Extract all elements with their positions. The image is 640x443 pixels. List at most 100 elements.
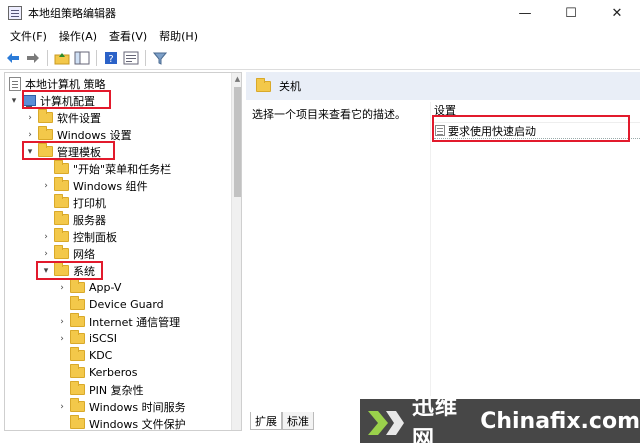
details-title: 关机 [279,80,301,93]
folder-icon [54,194,69,208]
view-tabs: 扩展 标准 [250,412,314,430]
chevron-placeholder [57,368,67,378]
toolbar-separator [96,49,97,66]
maximize-button[interactable]: ☐ [548,0,594,26]
tree-item-windows-file-protection[interactable]: Windows 文件保护 [57,415,186,430]
chevron-placeholder [57,419,67,429]
setting-row-fast-startup[interactable]: 要求使用快速启动 [434,122,640,139]
folder-icon [70,364,85,378]
tree-item-internet-comm[interactable]: › Internet 通信管理 [57,313,180,330]
toolbar-separator [145,49,146,66]
tree-item-iscsi[interactable]: › iSCSI [57,330,117,347]
watermark-brand-en: Chinafix.com [480,408,640,434]
chevron-down-icon[interactable]: ▾ [41,266,51,276]
tree-item-servers[interactable]: 服务器 [41,211,106,228]
tree-item-start-menu[interactable]: "开始"菜单和任务栏 [41,160,171,177]
chevron-right-icon[interactable]: › [57,402,67,412]
chevron-right-icon[interactable]: › [25,130,35,140]
column-divider [430,102,431,402]
tab-extended[interactable]: 扩展 [250,412,282,430]
tree-item-network[interactable]: › 网络 [41,245,95,262]
show-hide-tree-icon[interactable] [73,49,91,67]
tree-label: 网络 [73,247,95,261]
tree-item-windows-time[interactable]: › Windows 时间服务 [57,398,186,415]
tree-item-device-guard[interactable]: Device Guard [57,296,164,313]
tree-item-control-panel[interactable]: › 控制面板 [41,228,117,245]
scroll-up-icon[interactable]: ▲ [233,74,241,84]
folder-icon [70,347,85,361]
settings-column-header[interactable]: 设置 [434,102,640,118]
tree-label: Kerberos [89,366,138,379]
tree-item-appv[interactable]: › App-V [57,279,121,296]
folder-icon [54,211,69,225]
minimize-button[interactable]: — [502,0,548,26]
folder-icon [54,245,69,259]
chevron-right-icon[interactable]: › [41,181,51,191]
tree-item-admin-templates[interactable]: ▾ 管理模板 [25,143,101,160]
watermark: 迅维网 Chinafix.com [360,395,640,443]
watermark-brand-cn: 迅维网 [412,395,459,443]
menu-file[interactable]: 文件(F) [4,28,53,44]
tree-scrollbar[interactable]: ▲ [231,73,241,430]
chevron-right-icon[interactable]: › [57,334,67,344]
tree-label: Device Guard [89,298,164,311]
tree-pane[interactable]: 本地计算机 策略 ▾ 计算机配置 › 软件设置 › Windows 设置 ▾ 管… [4,72,242,431]
menu-view[interactable]: 查看(V) [103,28,153,44]
tree-item-software-settings[interactable]: › 软件设置 [25,109,101,126]
tab-standard[interactable]: 标准 [282,412,314,430]
tree-label: "开始"菜单和任务栏 [73,162,172,176]
policy-editor-icon [8,6,22,20]
chevron-right-icon[interactable]: › [25,113,35,123]
chevron-right-icon[interactable]: › [41,232,51,242]
properties-icon[interactable] [122,49,140,67]
folder-icon [70,415,85,429]
settings-list: 设置 要求使用快速启动 [434,102,640,139]
title-bar: 本地组策略编辑器 — ☐ ✕ [0,0,640,26]
forward-icon[interactable] [24,49,42,67]
tree-label: 系统 [73,264,95,278]
menu-help[interactable]: 帮助(H) [153,28,204,44]
chevron-right-icon[interactable]: › [57,283,67,293]
folder-icon [70,313,85,327]
up-folder-icon[interactable] [53,49,71,67]
tree-item-kdc[interactable]: KDC [57,347,112,364]
folder-icon [38,143,53,157]
tree-item-printers[interactable]: 打印机 [41,194,106,211]
tree-label: 打印机 [73,196,106,210]
help-icon[interactable]: ? [102,49,120,67]
chevron-down-icon[interactable]: ▾ [25,147,35,157]
menu-bar: 文件(F) 操作(A) 查看(V) 帮助(H) [0,26,640,46]
tree-label: 软件设置 [57,111,101,125]
close-button[interactable]: ✕ [594,0,640,26]
chevron-placeholder [41,215,51,225]
chevron-placeholder [57,351,67,361]
tree-item-kerberos[interactable]: Kerberos [57,364,137,381]
tree-label: 本地计算机 策略 [25,77,106,91]
chevron-placeholder [41,198,51,208]
chevron-right-icon[interactable]: › [57,317,67,327]
toolbar-separator [47,49,48,66]
tree-label: Internet 通信管理 [89,315,181,329]
chevron-placeholder [41,164,51,174]
tree-item-root[interactable]: 本地计算机 策略 [9,75,106,92]
tree-item-computer-config[interactable]: ▾ 计算机配置 [9,92,95,109]
filter-icon[interactable] [151,49,169,67]
chevron-right-icon[interactable]: › [41,249,51,259]
tree-item-windows-components[interactable]: › Windows 组件 [41,177,148,194]
back-icon[interactable] [4,49,22,67]
folder-icon [54,177,69,191]
chevron-down-icon[interactable]: ▾ [9,96,19,106]
folder-icon [70,381,85,395]
computer-icon [22,95,36,108]
setting-icon [435,125,445,136]
scroll-thumb[interactable] [234,87,241,197]
tree-item-system[interactable]: ▾ 系统 [41,262,95,279]
tree-item-windows-settings[interactable]: › Windows 设置 [25,126,132,143]
chinafix-logo-icon [366,401,406,441]
details-header: 关机 [246,72,640,100]
tree-label: 计算机配置 [40,94,95,108]
menu-action[interactable]: 操作(A) [53,28,103,44]
toolbar: ? [0,46,640,70]
tree-item-pin-complexity[interactable]: PIN 复杂性 [57,381,144,398]
tree-label: 控制面板 [73,230,117,244]
